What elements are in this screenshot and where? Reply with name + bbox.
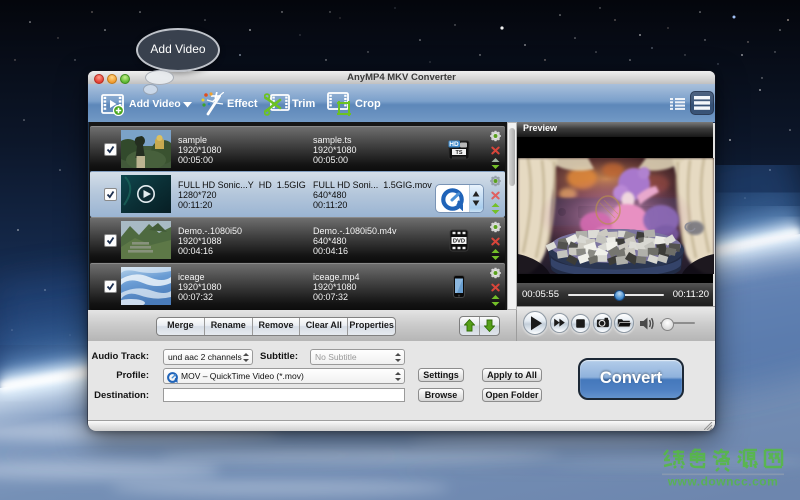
svg-text:www.downcc.com: www.downcc.com bbox=[667, 475, 779, 489]
svg-text:DVD: DVD bbox=[453, 239, 465, 245]
svg-text:TS: TS bbox=[455, 150, 462, 156]
svg-text:HD: HD bbox=[449, 141, 459, 148]
